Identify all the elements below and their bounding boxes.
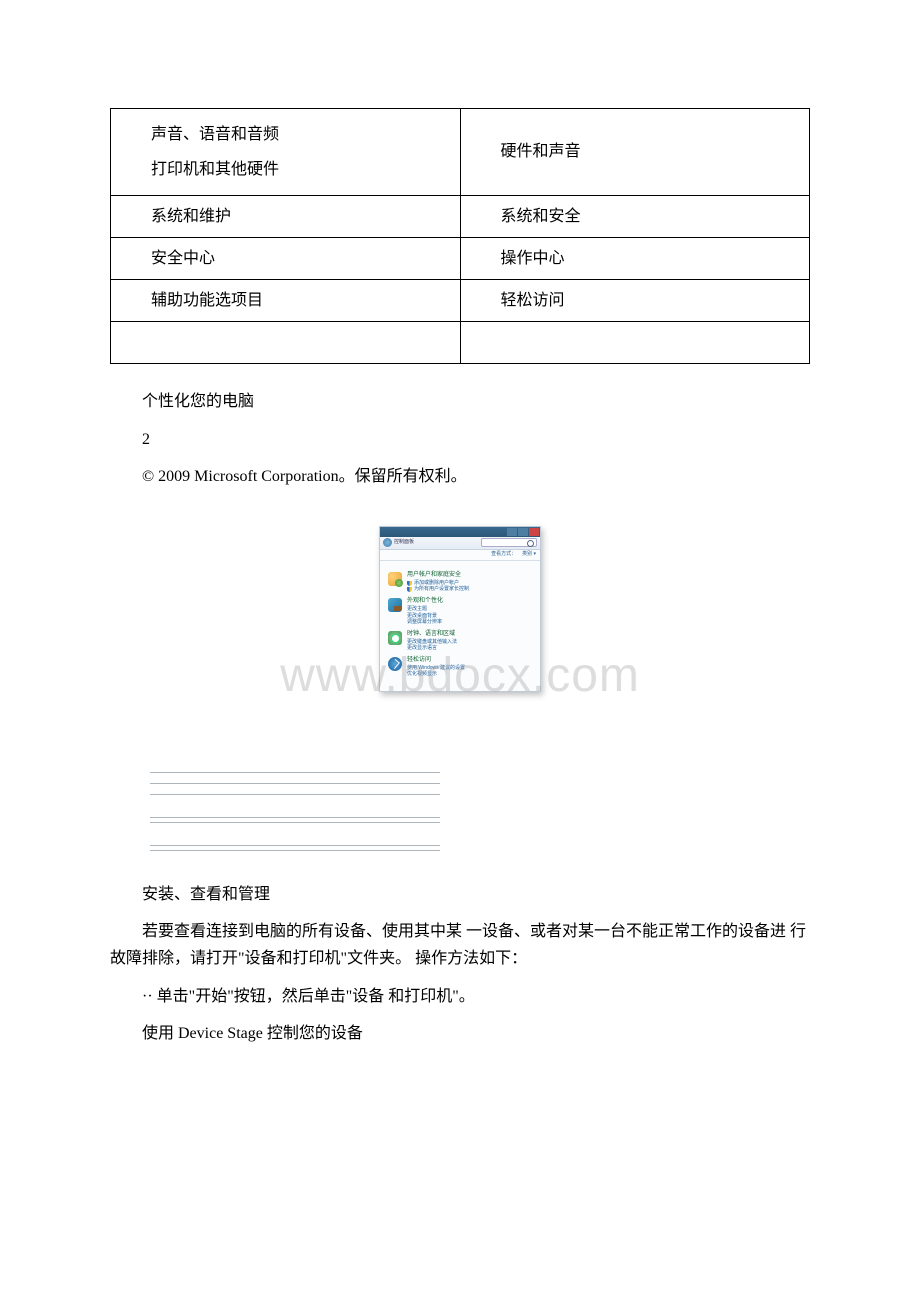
control-panel-screenshot: 控制面板 查看方式： 类别 ▾ 用户帐户和家庭安全 添加或删除用户帐户 为所有用… <box>110 526 810 692</box>
cell-action-center: 操作中心 <box>460 238 810 280</box>
cell-hardware-sound: 硬件和声音 <box>460 109 810 196</box>
minimize-icon <box>507 528 517 536</box>
cp-link: 更改显示语言 <box>407 645 457 652</box>
cp-item-ease: 轻松访问 使用 Windows 建议的设置 优化视频显示 <box>388 657 532 678</box>
appearance-icon <box>388 598 402 612</box>
shield-icon <box>407 581 412 586</box>
cp-toolbar: 查看方式： 类别 ▾ <box>380 550 540 561</box>
cell-empty-right <box>460 322 810 364</box>
ease-access-icon <box>388 657 402 671</box>
cp-body: 用户帐户和家庭安全 添加或删除用户帐户 为所有用户设置家长控制 外观和个性化 更… <box>380 561 540 691</box>
cp-link: 优化视频显示 <box>407 671 465 678</box>
cell-empty-left <box>111 322 461 364</box>
cp-head: 时钟、语言和区域 <box>407 631 457 638</box>
cp-link: 调整屏幕分辨率 <box>407 619 443 626</box>
cp-item-user: 用户帐户和家庭安全 添加或删除用户帐户 为所有用户设置家长控制 <box>388 572 532 593</box>
rule <box>150 850 440 851</box>
placeholder-image-area <box>150 772 440 851</box>
cell-accessibility: 辅助功能选项目 <box>111 280 461 322</box>
text: 声音、语音和音频 <box>151 117 448 152</box>
cp-link: 为所有用户设置家长控制 <box>407 586 469 593</box>
cp-item-appearance: 外观和个性化 更改主题 更改桌面背景 调整屏幕分辨率 <box>388 598 532 626</box>
close-icon <box>529 528 539 536</box>
search-input <box>481 538 537 547</box>
cp-titlebar <box>380 527 540 537</box>
cell-security-center: 安全中心 <box>111 238 461 280</box>
cell-system-security: 系统和安全 <box>460 196 810 238</box>
user-accounts-icon <box>388 572 402 586</box>
view-by-label: 查看方式： <box>491 551 516 559</box>
text: 打印机和其他硬件 <box>151 152 448 187</box>
breadcrumb: 控制面板 <box>394 539 414 547</box>
category-dropdown: 类别 ▾ <box>522 551 536 559</box>
para-copyright: © 2009 Microsoft Corporation。保留所有权利。 <box>110 463 810 490</box>
cp-head: 外观和个性化 <box>407 598 443 605</box>
cell-sound-printer: 声音、语音和音频 打印机和其他硬件 <box>111 109 461 196</box>
maximize-icon <box>518 528 528 536</box>
heading-device-stage: 使用 Device Stage 控制您的设备 <box>110 1020 810 1047</box>
para-page-number: 2 <box>110 426 810 453</box>
cp-window: 控制面板 查看方式： 类别 ▾ 用户帐户和家庭安全 添加或删除用户帐户 为所有用… <box>379 526 541 692</box>
cell-ease-access: 轻松访问 <box>460 280 810 322</box>
clock-region-icon <box>388 631 402 645</box>
cp-head: 轻松访问 <box>407 657 465 664</box>
back-icon <box>383 538 392 547</box>
cp-item-clock: 时钟、语言和区域 更改键盘或其他输入法 更改显示语言 <box>388 631 532 652</box>
cp-navbar: 控制面板 <box>380 537 540 550</box>
shield-icon <box>407 587 412 592</box>
para-bullet-start: ·· 单击"开始"按钮，然后单击"设备 和打印机"。 <box>110 983 810 1010</box>
para-personalize: 个性化您的电脑 <box>110 388 810 415</box>
cell-system-maint: 系统和维护 <box>111 196 461 238</box>
para-devices-body: 若要查看连接到电脑的所有设备、使用其中某 一设备、或者对某一台不能正常工作的设备… <box>110 918 810 972</box>
heading-install-view: 安装、查看和管理 <box>110 881 810 908</box>
cp-head: 用户帐户和家庭安全 <box>407 572 469 579</box>
mapping-table: 声音、语音和音频 打印机和其他硬件 硬件和声音 系统和维护 系统和安全 安全中心… <box>110 108 810 364</box>
